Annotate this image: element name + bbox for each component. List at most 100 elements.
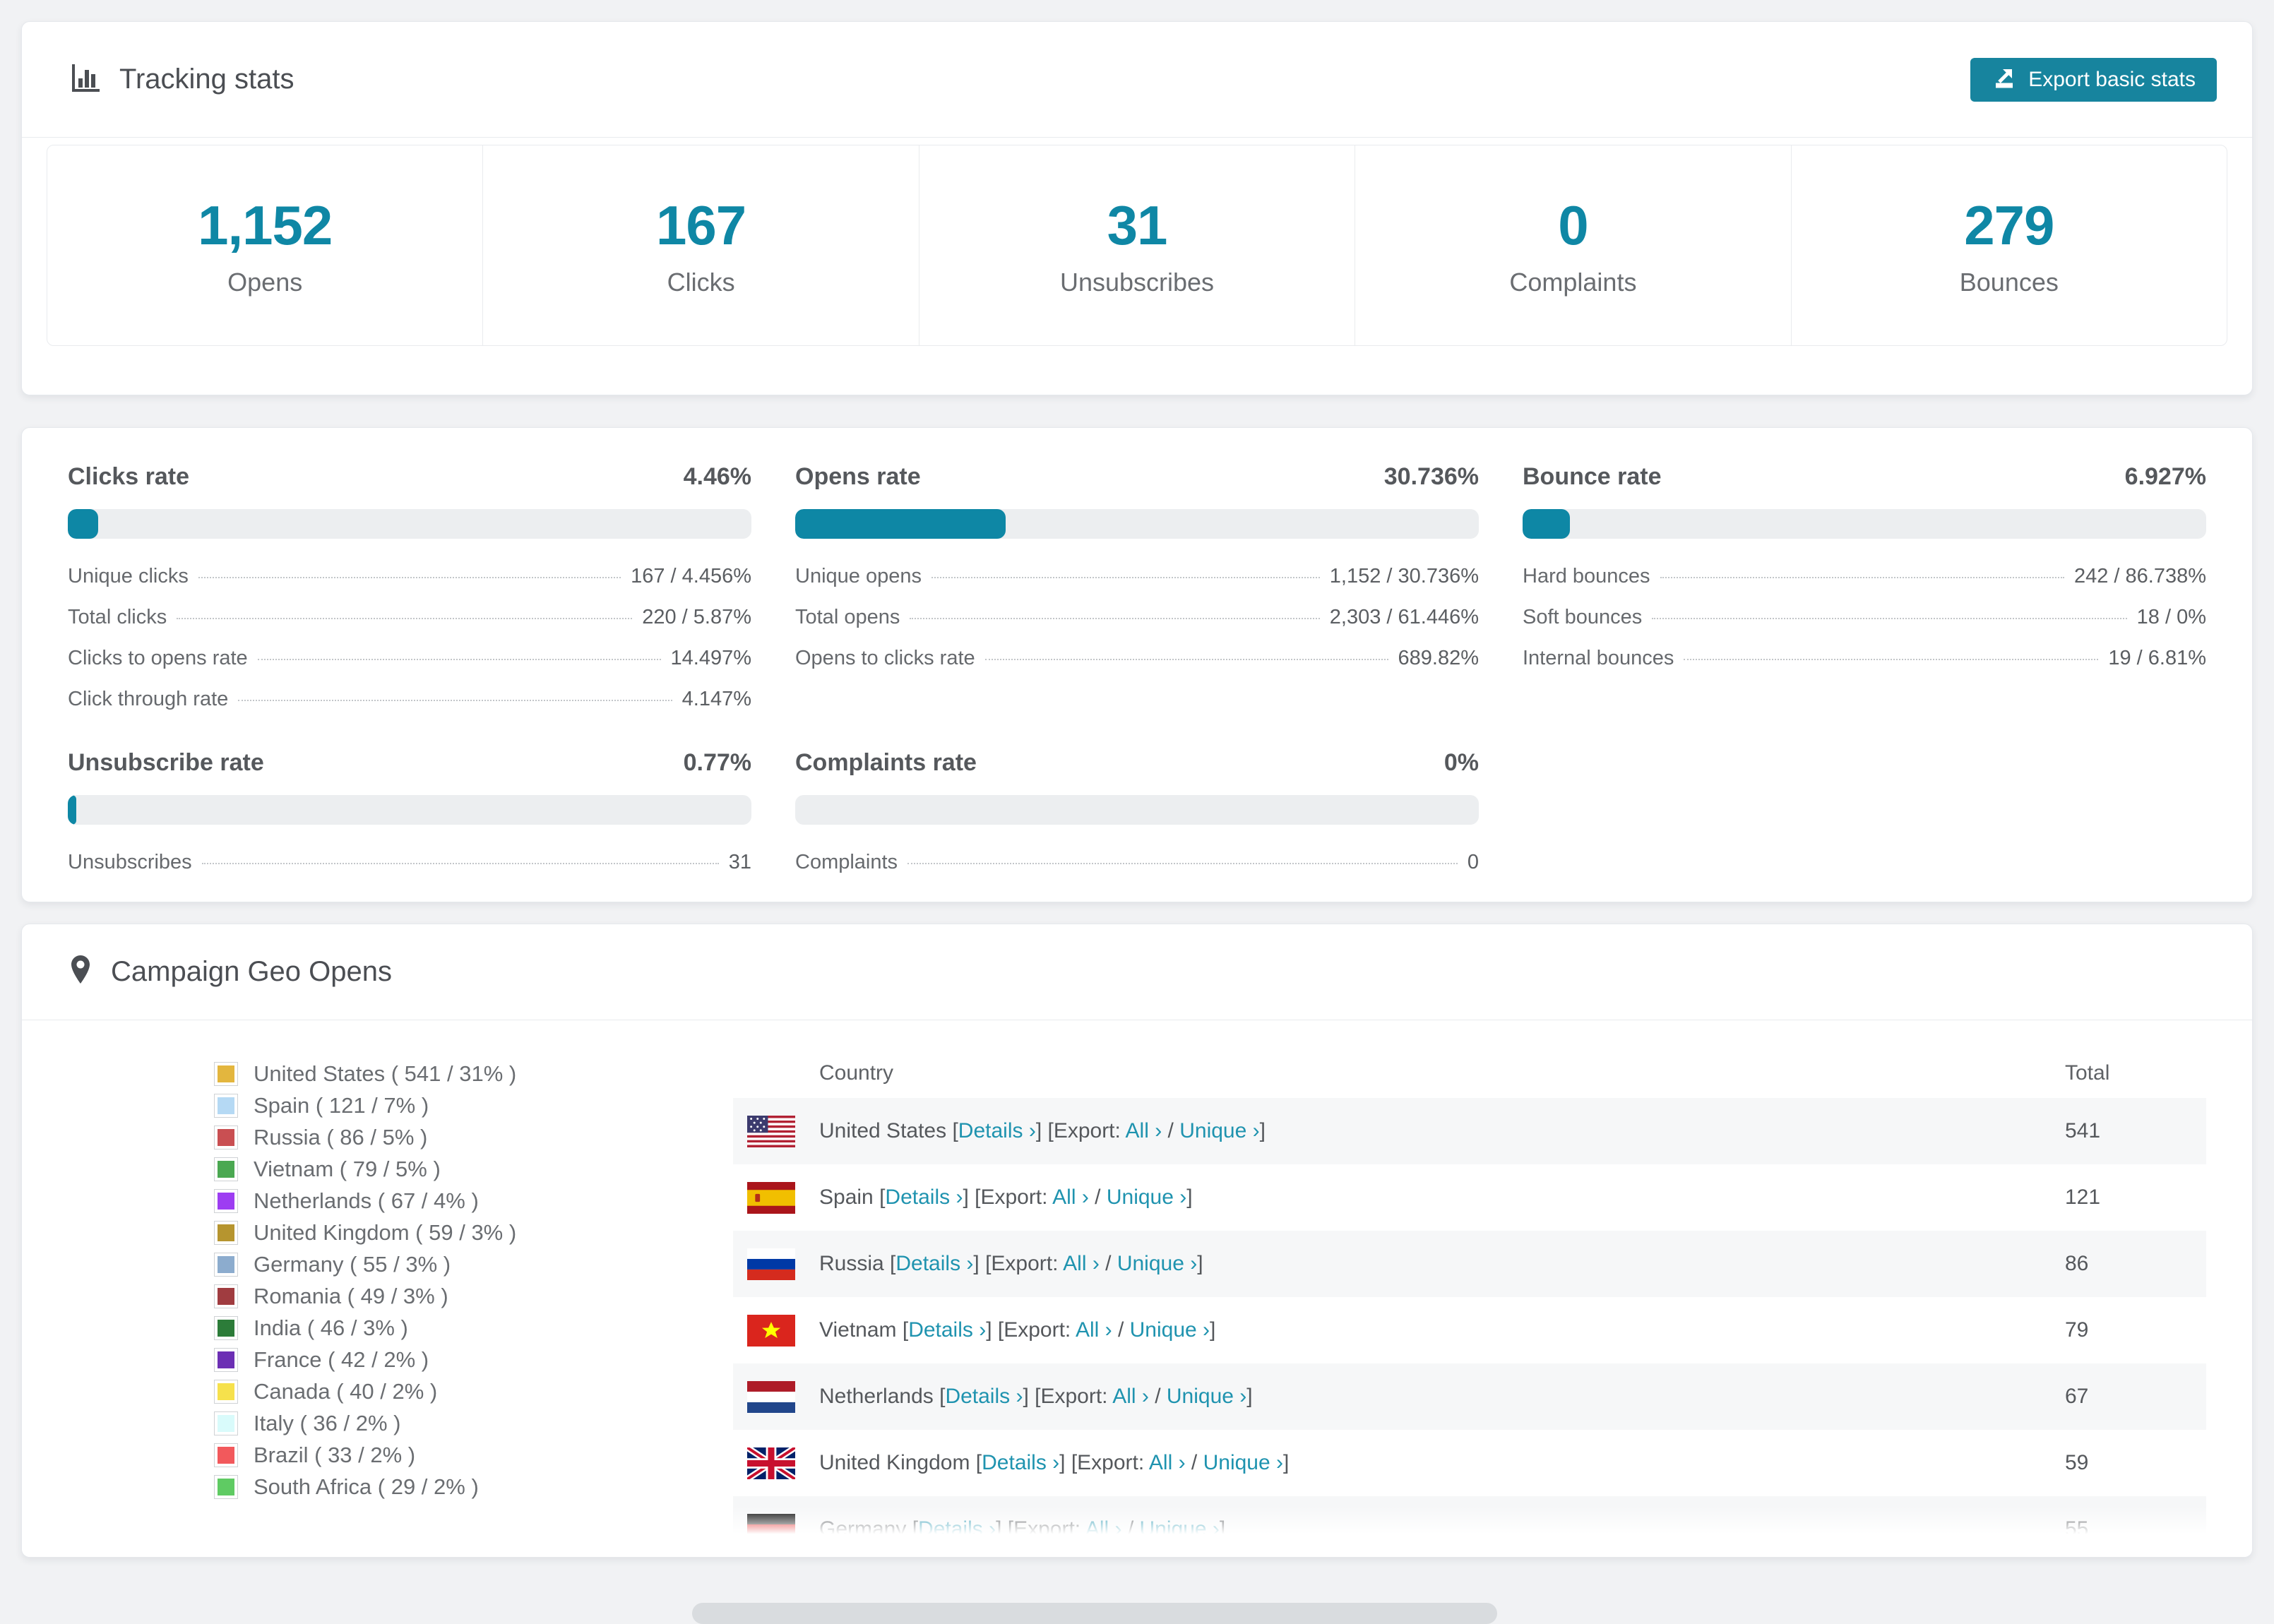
stat-label: Clicks (667, 268, 735, 297)
us-details-link[interactable]: Details › (958, 1119, 1036, 1142)
rate-progress-fill (1523, 509, 1571, 539)
legend-swatch (214, 1443, 238, 1467)
stat-value: 1,152 (198, 194, 333, 256)
bar-chart-icon (69, 61, 101, 97)
country-links-text: Russia [Details ›] [Export: All › / Uniq… (819, 1252, 1203, 1275)
nl-export-all-link[interactable]: All › (1112, 1385, 1149, 1408)
legend-label: Russia ( 86 / 5% ) (254, 1125, 428, 1150)
ru-details-link[interactable]: Details › (895, 1252, 973, 1275)
vn-export-all-link[interactable]: All › (1076, 1318, 1112, 1342)
legend-swatch (214, 1284, 238, 1308)
nl-export-unique-link[interactable]: Unique › (1167, 1385, 1246, 1408)
country-total: 67 (2065, 1385, 2089, 1408)
legend-label: France ( 42 / 2% ) (254, 1347, 429, 1372)
de-export-unique-link[interactable]: Unique › (1140, 1517, 1220, 1541)
rate-rows: Unique clicks 167 / 4.456% Total clicks … (68, 566, 751, 710)
unsubscribe-rate-panel: Unsubscribe rate 0.77% Unsubscribes 31 (68, 749, 751, 873)
rate-row-value: 167 / 4.456% (631, 565, 751, 587)
rate-title: Unsubscribe rate (68, 749, 264, 776)
pie-legend: United States ( 541 / 31% ) Spain ( 121 … (214, 1061, 666, 1506)
country-cell: Germany [Details ›] [Export: All › / Uni… (733, 1513, 2065, 1546)
rate-row-value: 4.147% (681, 688, 751, 710)
page: Tracking stats Export basic stats 1,152 … (0, 0, 2274, 1558)
rate-progress-fill (795, 509, 1006, 539)
vn-export-unique-link[interactable]: Unique › (1130, 1318, 1210, 1342)
nl-details-link[interactable]: Details › (945, 1385, 1023, 1408)
rate-detail-row: Total opens 2,303 / 61.446% (795, 607, 1479, 628)
de-export-all-link[interactable]: All › (1085, 1517, 1122, 1541)
rate-row-label: Complaints (795, 851, 898, 873)
country-cell: Netherlands [Details ›] [Export: All › /… (733, 1380, 2065, 1413)
rate-detail-row: Internal bounces 19 / 6.81% (1523, 647, 2206, 669)
legend-item: United States ( 541 / 31% ) (214, 1061, 666, 1087)
legend-label: Spain ( 121 / 7% ) (254, 1093, 429, 1118)
es-details-link[interactable]: Details › (885, 1186, 963, 1209)
legend-label: United States ( 541 / 31% ) (254, 1061, 517, 1086)
dotted-leader (907, 863, 1458, 864)
legend-swatch (214, 1411, 238, 1435)
rate-row-label: Unsubscribes (68, 851, 192, 873)
rate-panel-head: Opens rate 30.736% (795, 463, 1479, 491)
us-export-unique-link[interactable]: Unique › (1179, 1119, 1259, 1142)
rate-detail-row: Soft bounces 18 / 0% (1523, 607, 2206, 628)
rate-row-value: 242 / 86.738% (2073, 565, 2206, 587)
es-export-unique-link[interactable]: Unique › (1107, 1186, 1186, 1209)
rate-row-value: 1,152 / 30.736% (1329, 565, 1479, 587)
stat-label: Unsubscribes (1059, 268, 1215, 297)
ru-export-all-link[interactable]: All › (1063, 1252, 1100, 1275)
horizontal-scrollbar-thumb[interactable] (692, 1603, 1497, 1624)
dotted-leader (1684, 659, 2099, 660)
rate-title: Complaints rate (795, 749, 977, 776)
country-cell: Spain [Details ›] [Export: All › / Uniqu… (733, 1181, 2065, 1214)
rate-row-label: Hard bounces (1523, 565, 1650, 587)
legend-item: Romania ( 49 / 3% ) (214, 1284, 666, 1309)
country-cell: United States [Details ›] [Export: All ›… (733, 1115, 2065, 1147)
ru-export-unique-link[interactable]: Unique › (1117, 1252, 1197, 1275)
rate-row-label: Click through rate (68, 688, 229, 710)
country-total: 59 (2065, 1451, 2089, 1474)
export-basic-stats-button[interactable]: Export basic stats (1970, 57, 2217, 102)
rate-value: 0.77% (683, 749, 751, 776)
country-row-vn: Vietnam [Details ›] [Export: All › / Uni… (733, 1297, 2206, 1363)
legend-item: Vietnam ( 79 / 5% ) (214, 1157, 666, 1182)
rate-value: 6.927% (2124, 463, 2206, 490)
rate-row-value: 31 (728, 851, 751, 873)
legend-item: United Kingdom ( 59 / 3% ) (214, 1220, 666, 1246)
map-pin-icon (69, 954, 93, 990)
rates-card: Clicks rate 4.46% Unique clicks 167 / 4.… (21, 427, 2253, 902)
legend-swatch (214, 1221, 238, 1245)
rate-row-value: 0 (1467, 851, 1479, 873)
legend-item: Germany ( 55 / 3% ) (214, 1252, 666, 1277)
dotted-leader (1652, 618, 2127, 619)
legend-item: Brazil ( 33 / 2% ) (214, 1443, 666, 1468)
legend-label: South Africa ( 29 / 2% ) (254, 1474, 479, 1499)
vn-details-link[interactable]: Details › (908, 1318, 986, 1342)
legend-label: Romania ( 49 / 3% ) (254, 1284, 448, 1308)
tracking-stats-header: Tracking stats Export basic stats (22, 22, 2252, 137)
rate-row-value: 220 / 5.87% (642, 606, 751, 628)
total-column-header: Total (2065, 1061, 2110, 1085)
summary-stat-unsubscribes: 31 Unsubscribes (918, 145, 1355, 345)
gb-details-link[interactable]: Details › (982, 1451, 1059, 1474)
rate-detail-row: Clicks to opens rate 14.497% (68, 647, 751, 669)
legend-swatch (214, 1157, 238, 1181)
rate-row-label: Total clicks (68, 606, 167, 628)
legend-swatch (214, 1189, 238, 1213)
bounce-rate-panel: Bounce rate 6.927% Hard bounces 242 / 86… (1523, 463, 2206, 710)
rate-rows: Unsubscribes 31 (68, 852, 751, 873)
country-row-de: Germany [Details ›] [Export: All › / Uni… (733, 1496, 2206, 1557)
dotted-leader (257, 659, 661, 660)
de-flag-icon (747, 1513, 819, 1546)
rate-title: Clicks rate (68, 463, 189, 490)
gb-export-all-link[interactable]: All › (1149, 1451, 1186, 1474)
us-export-all-link[interactable]: All › (1126, 1119, 1162, 1142)
es-export-all-link[interactable]: All › (1052, 1186, 1089, 1209)
country-total: 121 (2065, 1186, 2101, 1209)
rate-row-value: 689.82% (1398, 647, 1480, 669)
legend-item: Spain ( 121 / 7% ) (214, 1093, 666, 1118)
gb-export-unique-link[interactable]: Unique › (1203, 1451, 1283, 1474)
rate-panel-head: Bounce rate 6.927% (1523, 463, 2206, 491)
de-details-link[interactable]: Details › (918, 1517, 996, 1541)
legend-swatch (214, 1380, 238, 1404)
rate-row-value: 19 / 6.81% (2108, 647, 2206, 669)
